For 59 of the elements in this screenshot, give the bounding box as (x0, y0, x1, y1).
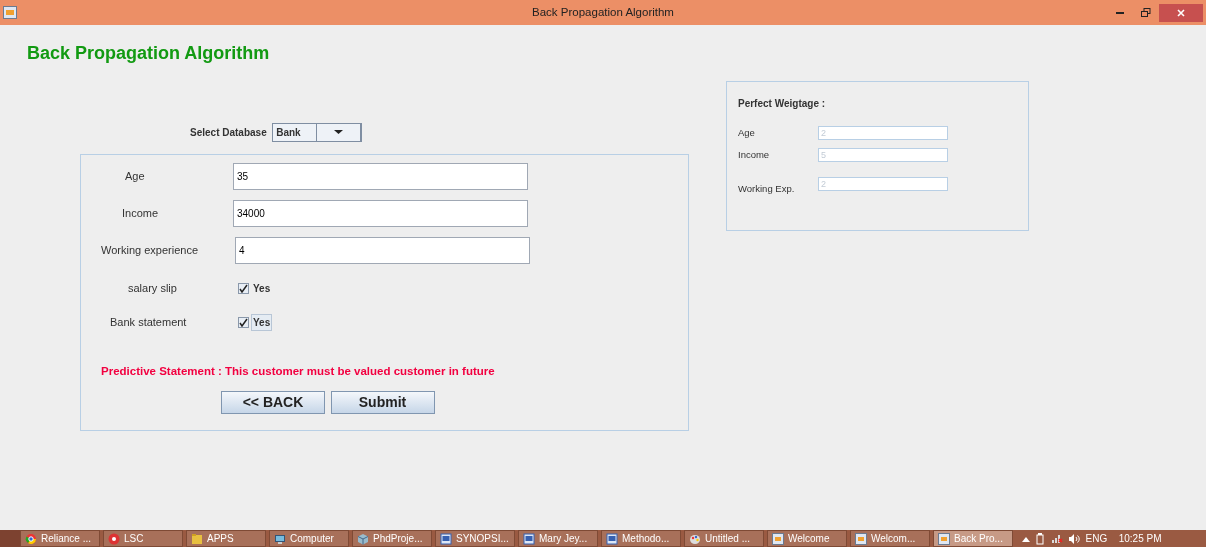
start-button[interactable] (0, 530, 20, 547)
flower-icon (108, 532, 120, 545)
language-indicator[interactable]: ENG (1085, 531, 1108, 546)
browser-icon (25, 532, 37, 545)
weightage-title: Perfect Weigtage : (738, 96, 826, 111)
field-label: Age (125, 168, 146, 184)
checkbox[interactable] (238, 282, 249, 294)
window-icon (855, 532, 867, 545)
text-field[interactable]: 34000 (233, 199, 528, 227)
taskbar-item[interactable]: Untitled ... (684, 530, 764, 547)
database-label: Select Database (190, 125, 267, 140)
back-button[interactable]: << BACK (221, 390, 325, 414)
show-hidden-icon[interactable] (1021, 535, 1030, 542)
checkbox-label: Bank statement (110, 314, 188, 330)
taskbar-item[interactable]: Welcom... (850, 530, 930, 547)
document-icon (440, 532, 452, 545)
weightage-label: Age (738, 126, 756, 141)
app-icon (2, 6, 17, 19)
checkbox-label: salary slip (128, 280, 178, 296)
restore-icon (1141, 7, 1152, 18)
taskbar-item[interactable]: Reliance ... (20, 530, 100, 547)
field-label: Working experience (101, 242, 199, 258)
checkbox[interactable] (238, 316, 249, 328)
taskbar-item[interactable]: PhdProje... (352, 530, 432, 547)
palette-icon (689, 532, 701, 545)
document-icon (523, 532, 535, 545)
weightage-label: Income (738, 148, 771, 163)
taskbar-item[interactable]: Computer (269, 530, 349, 547)
window-icon (772, 532, 784, 545)
taskbar-item[interactable]: APPS (186, 530, 266, 547)
taskbar-item[interactable]: LSC (103, 530, 183, 547)
taskbar-item[interactable]: Methodo... (601, 530, 681, 547)
taskbar-item[interactable]: Welcome (767, 530, 847, 547)
power-icon[interactable] (1035, 532, 1045, 545)
field-label: Income (122, 205, 160, 221)
caret-icon (334, 130, 344, 135)
page-heading: Back Propagation Algorithm (27, 43, 271, 65)
submit-button[interactable]: Submit (330, 390, 435, 414)
close-icon (1177, 8, 1186, 17)
network-icon[interactable] (1050, 533, 1063, 544)
window-title: Back Propagation Algorithm (532, 4, 674, 20)
checkbox-option: Yes (251, 279, 273, 297)
weightage-label: Working Exp. (738, 181, 796, 196)
minimize-icon (1116, 11, 1125, 14)
taskbar-item[interactable]: Back Pro... (933, 530, 1013, 547)
computer-icon (274, 532, 286, 545)
checkbox-option: Yes (251, 313, 273, 331)
volume-icon[interactable] (1068, 533, 1080, 544)
window-icon (938, 532, 950, 545)
text-field[interactable]: 4 (235, 236, 530, 264)
taskbar-item[interactable]: Mary Jey... (518, 530, 598, 547)
cube-icon (357, 532, 369, 545)
folder-icon (191, 532, 203, 545)
text-field[interactable]: 35 (233, 162, 528, 190)
document-icon (606, 532, 618, 545)
database-dropdown[interactable]: Bank (272, 122, 363, 142)
taskbar-item[interactable]: SYNOPSI... (435, 530, 515, 547)
clock[interactable]: 10:25 PM (1118, 531, 1162, 546)
prediction-text: Predictive Statement : This customer must be valued customer in future (101, 363, 495, 379)
